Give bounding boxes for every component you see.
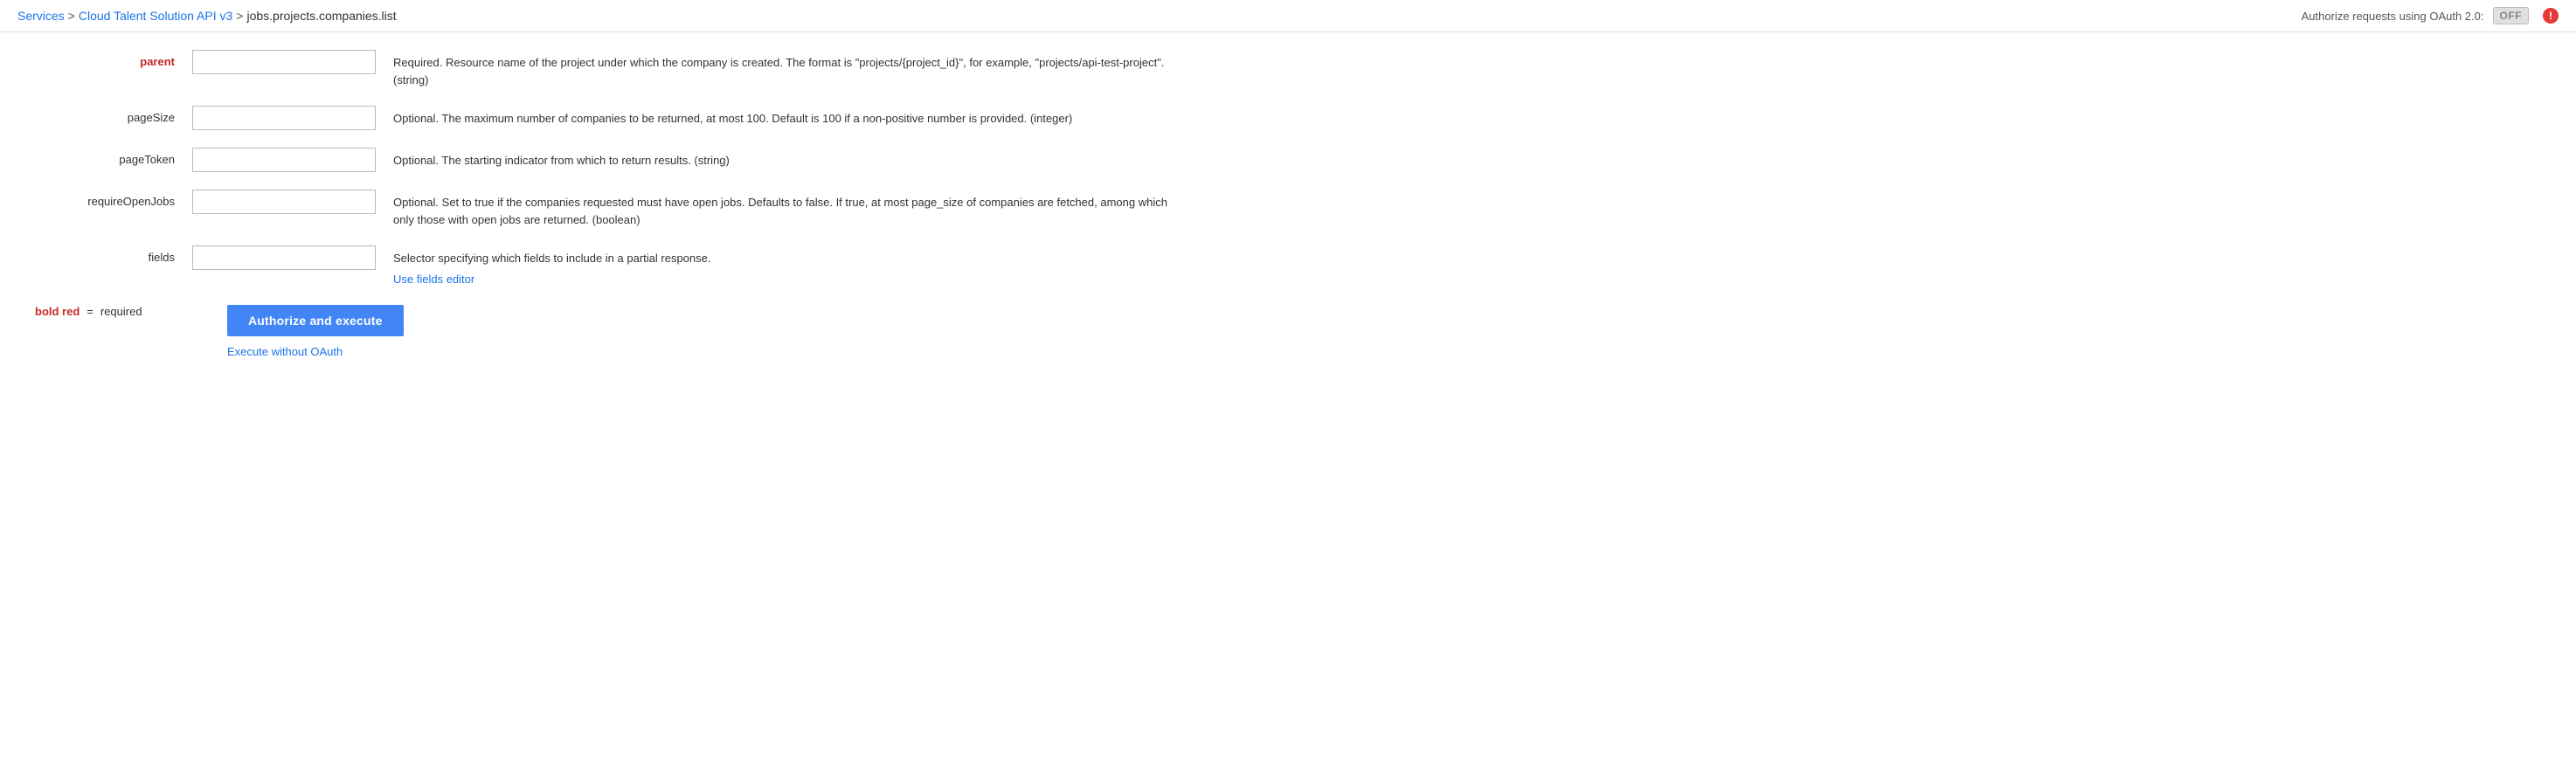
input-col-fields <box>192 245 376 270</box>
input-requireopenjobs[interactable] <box>192 190 376 214</box>
oauth-label: Authorize requests using OAuth 2.0: <box>2302 10 2484 23</box>
desc-requireopenjobs: Optional. Set to true if the companies r… <box>393 190 1180 228</box>
oauth-toggle[interactable]: OFF <box>2493 7 2530 24</box>
oauth-section: Authorize requests using OAuth 2.0: OFF … <box>2302 7 2559 24</box>
breadcrumb-api-link[interactable]: Cloud Talent Solution API v3 <box>79 9 232 23</box>
input-col-requireopenjobs <box>192 190 376 214</box>
authorize-execute-button[interactable]: Authorize and execute <box>227 305 404 336</box>
actions-col: Authorize and execute Execute without OA… <box>227 305 404 358</box>
label-requireopenjobs: requireOpenJobs <box>35 190 175 208</box>
use-fields-editor-link[interactable]: Use fields editor <box>393 271 710 288</box>
legend-equals: = <box>87 305 93 318</box>
breadcrumb-sep1: > <box>68 9 75 23</box>
desc-pagesize: Optional. The maximum number of companie… <box>393 106 1072 128</box>
field-row-parent: parent Required. Resource name of the pr… <box>35 50 2541 88</box>
input-col-pagetoken <box>192 148 376 172</box>
legend-required-text: required <box>100 305 142 318</box>
breadcrumb-services-link[interactable]: Services <box>17 9 65 23</box>
toggle-off-label: OFF <box>2494 8 2529 24</box>
legend-col: bold red = required <box>35 305 175 332</box>
label-parent: parent <box>35 50 175 68</box>
oauth-info-icon[interactable]: ! <box>2543 8 2559 24</box>
breadcrumb-method: jobs.projects.companies.list <box>246 9 396 23</box>
desc-pagetoken: Optional. The starting indicator from wh… <box>393 148 730 169</box>
breadcrumb-sep2: > <box>236 9 243 23</box>
label-pagesize: pageSize <box>35 106 175 124</box>
input-parent[interactable] <box>192 50 376 74</box>
header: Services > Cloud Talent Solution API v3 … <box>0 0 2576 32</box>
breadcrumb: Services > Cloud Talent Solution API v3 … <box>17 9 397 23</box>
legend-row: bold red = required <box>35 305 175 318</box>
desc-parent: Required. Resource name of the project u… <box>393 50 1180 88</box>
input-col-parent <box>192 50 376 74</box>
field-row-fields: fields Selector specifying which fields … <box>35 245 2541 287</box>
legend-bold-red: bold red <box>35 305 80 318</box>
desc-fields: Selector specifying which fields to incl… <box>393 245 710 287</box>
main-content: parent Required. Resource name of the pr… <box>0 32 2576 393</box>
legend-actions-row: bold red = required Authorize and execut… <box>35 305 2541 358</box>
label-fields: fields <box>35 245 175 264</box>
execute-without-oauth-link[interactable]: Execute without OAuth <box>227 345 404 358</box>
field-row-pagesize: pageSize Optional. The maximum number of… <box>35 106 2541 130</box>
field-row-requireopenjobs: requireOpenJobs Optional. Set to true if… <box>35 190 2541 228</box>
input-pagetoken[interactable] <box>192 148 376 172</box>
input-col-pagesize <box>192 106 376 130</box>
field-row-pagetoken: pageToken Optional. The starting indicat… <box>35 148 2541 172</box>
input-pagesize[interactable] <box>192 106 376 130</box>
input-fields[interactable] <box>192 245 376 270</box>
label-pagetoken: pageToken <box>35 148 175 166</box>
